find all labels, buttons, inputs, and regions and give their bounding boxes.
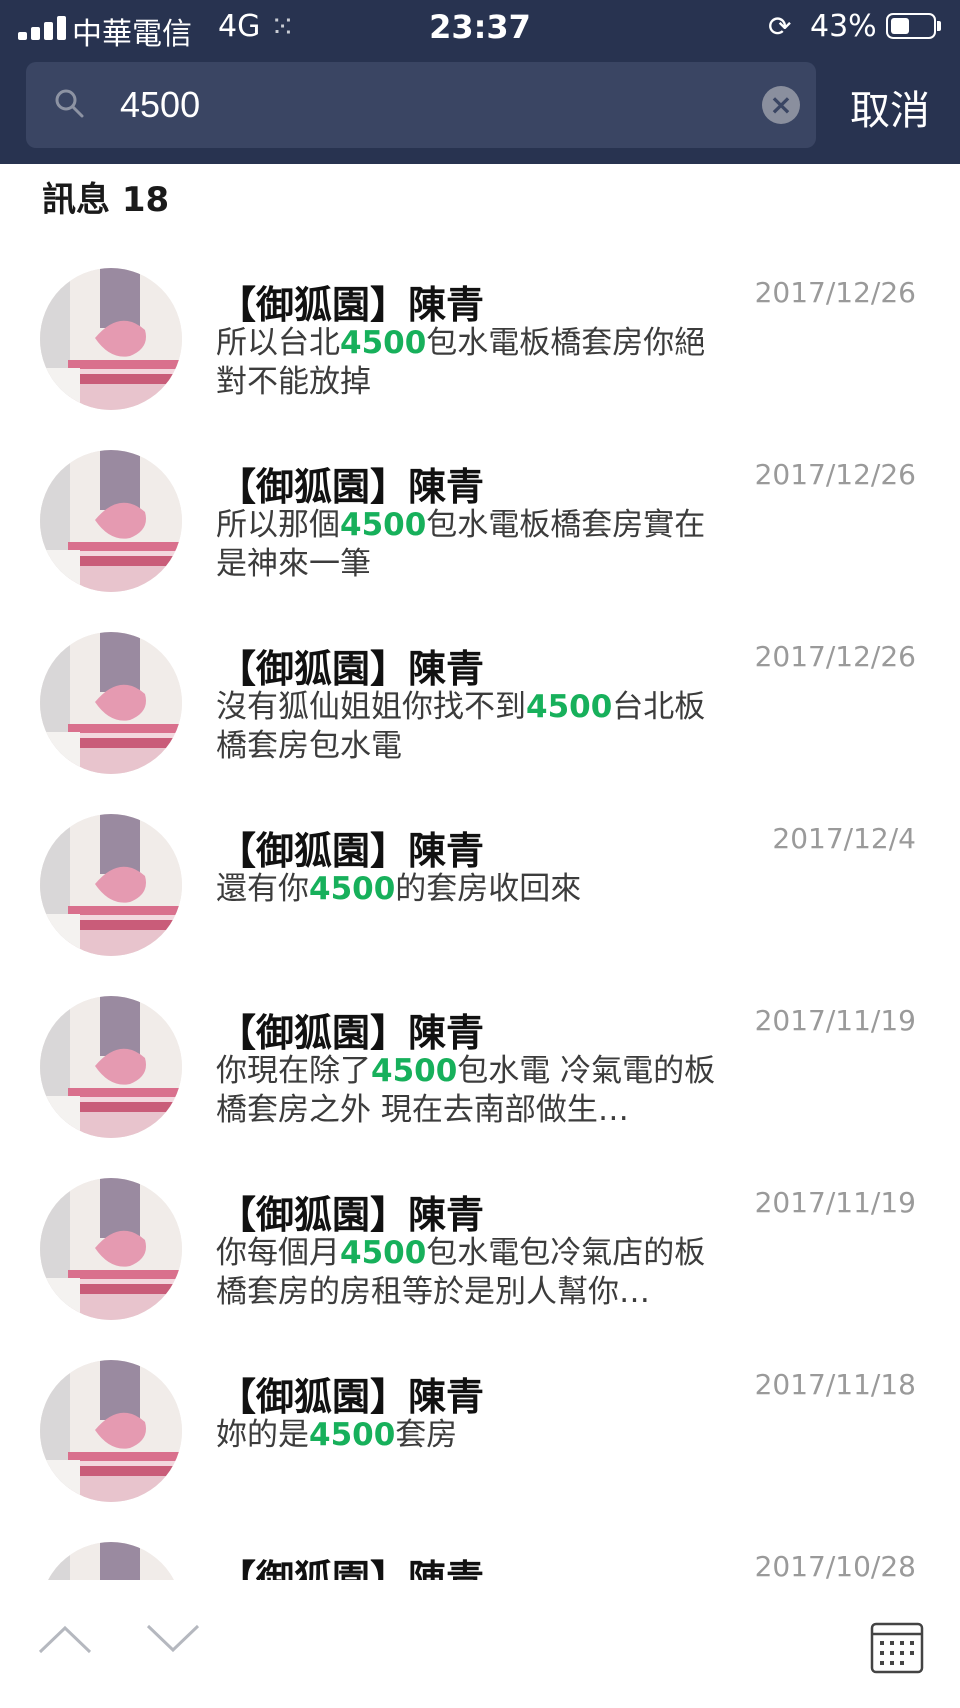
- sender-name: 【御狐園】陳青: [218, 1011, 485, 1055]
- message-preview: 沒有狐仙姐姐你找不到4500台北板橋套房包水電: [216, 688, 726, 766]
- avatar: [40, 1360, 182, 1502]
- avatar: [40, 814, 182, 956]
- preview-text-before: 妳的是: [216, 1417, 309, 1453]
- list-item[interactable]: 【御狐園】陳青 2017/10/28: [0, 1506, 960, 1580]
- avatar: [40, 268, 182, 410]
- sender-name: 【御狐園】陳青: [218, 829, 485, 873]
- avatar: [40, 1542, 182, 1580]
- search-match: 4500: [340, 325, 427, 361]
- section-title: 訊息 18: [42, 180, 170, 220]
- message-preview: 所以那個4500包水電板橋套房實在是神來一筆: [216, 506, 726, 584]
- search-match: 4500: [371, 1053, 458, 1089]
- list-item[interactable]: 【御狐園】陳青 2017/11/18 妳的是4500套房: [0, 1324, 960, 1506]
- search-match: 4500: [340, 507, 427, 543]
- list-item[interactable]: 【御狐園】陳青 2017/12/26 所以台北4500包水電板橋套房你絕對不能放掉: [0, 232, 960, 414]
- list-item[interactable]: 【御狐園】陳青 2017/12/26 沒有狐仙姐姐你找不到4500台北板橋套房包水電: [0, 596, 960, 778]
- message-date: 2017/10/28: [754, 1550, 916, 1580]
- message-date: 2017/12/4: [772, 822, 916, 855]
- message-date: 2017/11/19: [754, 1004, 916, 1037]
- sender-name: 【御狐園】陳青: [218, 283, 485, 327]
- message-date: 2017/12/26: [754, 276, 916, 309]
- search-input[interactable]: [120, 78, 760, 132]
- message-date: 2017/11/19: [754, 1186, 916, 1219]
- rotation-lock-icon: ⟳: [768, 10, 792, 43]
- preview-text-before: 所以那個: [216, 507, 340, 543]
- avatar: [40, 450, 182, 592]
- message-date: 2017/12/26: [754, 640, 916, 673]
- status-bar: 中華電信 4G ⁙ 23:37 ⟳ 43%: [0, 0, 960, 56]
- cancel-button[interactable]: 取消: [850, 78, 930, 136]
- message-list[interactable]: 【御狐園】陳青 2017/12/26 所以台北4500包水電板橋套房你絕對不能放掉【…: [0, 232, 960, 1580]
- avatar: [40, 632, 182, 774]
- search-match: 4500: [309, 871, 396, 907]
- battery-icon: [886, 13, 936, 39]
- message-date: 2017/11/18: [754, 1368, 916, 1401]
- sender-name: 【御狐園】陳青: [218, 1557, 485, 1580]
- sender-name: 【御狐園】陳青: [218, 465, 485, 509]
- list-item[interactable]: 【御狐園】陳青 2017/12/4 還有你4500的套房收回來: [0, 778, 960, 960]
- preview-text-before: 你現在除了: [216, 1053, 371, 1089]
- clear-icon[interactable]: ×: [762, 86, 800, 124]
- list-item[interactable]: 【御狐園】陳青 2017/12/26 所以那個4500包水電板橋套房實在是神來一筆: [0, 414, 960, 596]
- search-match: 4500: [526, 689, 613, 725]
- message-preview: 所以台北4500包水電板橋套房你絕對不能放掉: [216, 324, 726, 402]
- sender-name: 【御狐園】陳青: [218, 1375, 485, 1419]
- sender-name: 【御狐園】陳青: [218, 647, 485, 691]
- message-date: 2017/12/26: [754, 458, 916, 491]
- avatar: [40, 1178, 182, 1320]
- chevron-down-icon[interactable]: [146, 1624, 200, 1654]
- search-icon: [55, 89, 84, 118]
- calendar-icon[interactable]: [870, 1620, 924, 1674]
- message-preview: 妳的是4500套房: [216, 1416, 726, 1455]
- preview-text-after: 的套房收回來: [395, 871, 582, 907]
- sender-name: 【御狐園】陳青: [218, 1193, 485, 1237]
- preview-text-before: 還有你: [216, 871, 309, 907]
- search-bar[interactable]: ×: [26, 62, 816, 148]
- search-match: 4500: [309, 1417, 396, 1453]
- header: 中華電信 4G ⁙ 23:37 ⟳ 43% × 取消: [0, 0, 960, 164]
- footer-toolbar: [0, 1580, 960, 1708]
- preview-text-before: 沒有狐仙姐姐你找不到: [216, 689, 526, 725]
- battery-tip: [937, 21, 941, 31]
- message-preview: 還有你4500的套房收回來: [216, 870, 726, 909]
- battery-percent: 43%: [810, 9, 877, 44]
- avatar: [40, 996, 182, 1138]
- preview-text-before: 所以台北: [216, 325, 340, 361]
- message-preview: 你每個月4500包水電包冷氣店的板橋套房的房租等於是別人幫你…: [216, 1234, 726, 1312]
- message-preview: 你現在除了4500包水電 冷氣電的板橋套房之外 現在去南部做生…: [216, 1052, 726, 1130]
- preview-text-before: 你每個月: [216, 1235, 340, 1271]
- list-item[interactable]: 【御狐園】陳青 2017/11/19 你現在除了4500包水電 冷氣電的板橋套房之外…: [0, 960, 960, 1142]
- chevron-up-icon[interactable]: [38, 1624, 92, 1654]
- list-item[interactable]: 【御狐園】陳青 2017/11/19 你每個月4500包水電包冷氣店的板橋套房的房租…: [0, 1142, 960, 1324]
- search-match: 4500: [340, 1235, 427, 1271]
- preview-text-after: 套房: [395, 1417, 458, 1453]
